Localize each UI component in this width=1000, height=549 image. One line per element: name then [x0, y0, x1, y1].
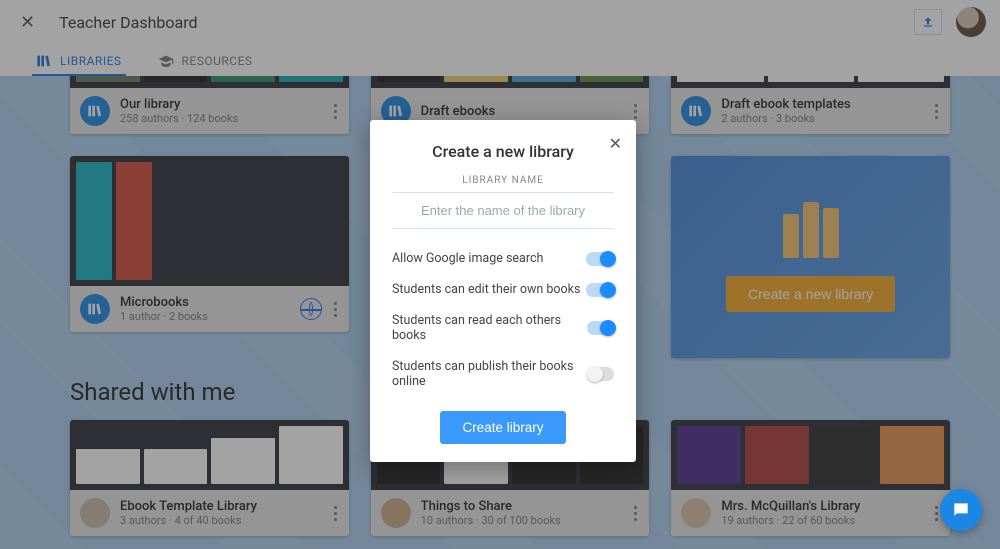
toggle-google-image-search[interactable] [586, 252, 614, 266]
option-row: Students can edit their own books [392, 282, 614, 297]
field-label: LIBRARY NAME [392, 175, 614, 186]
chat-icon [951, 500, 971, 520]
toggle-students-publish-online[interactable] [589, 367, 614, 381]
create-library-modal: ✕ Create a new library LIBRARY NAME Allo… [370, 120, 636, 462]
library-name-input[interactable] [392, 192, 614, 229]
option-row: Students can publish their books online [392, 359, 614, 389]
option-row: Allow Google image search [392, 251, 614, 266]
chat-fab[interactable] [940, 489, 982, 531]
modal-title: Create a new library [392, 142, 614, 161]
modal-options: Allow Google image search Students can e… [392, 251, 614, 389]
option-label: Students can edit their own books [392, 282, 580, 297]
toggle-students-edit-own[interactable] [586, 283, 614, 297]
create-library-submit[interactable]: Create library [440, 411, 565, 444]
option-label: Allow Google image search [392, 251, 543, 266]
option-label: Students can publish their books online [392, 359, 589, 389]
close-icon[interactable]: ✕ [609, 134, 622, 153]
toggle-students-read-others[interactable] [587, 321, 614, 335]
option-label: Students can read each others books [392, 313, 587, 343]
option-row: Students can read each others books [392, 313, 614, 343]
